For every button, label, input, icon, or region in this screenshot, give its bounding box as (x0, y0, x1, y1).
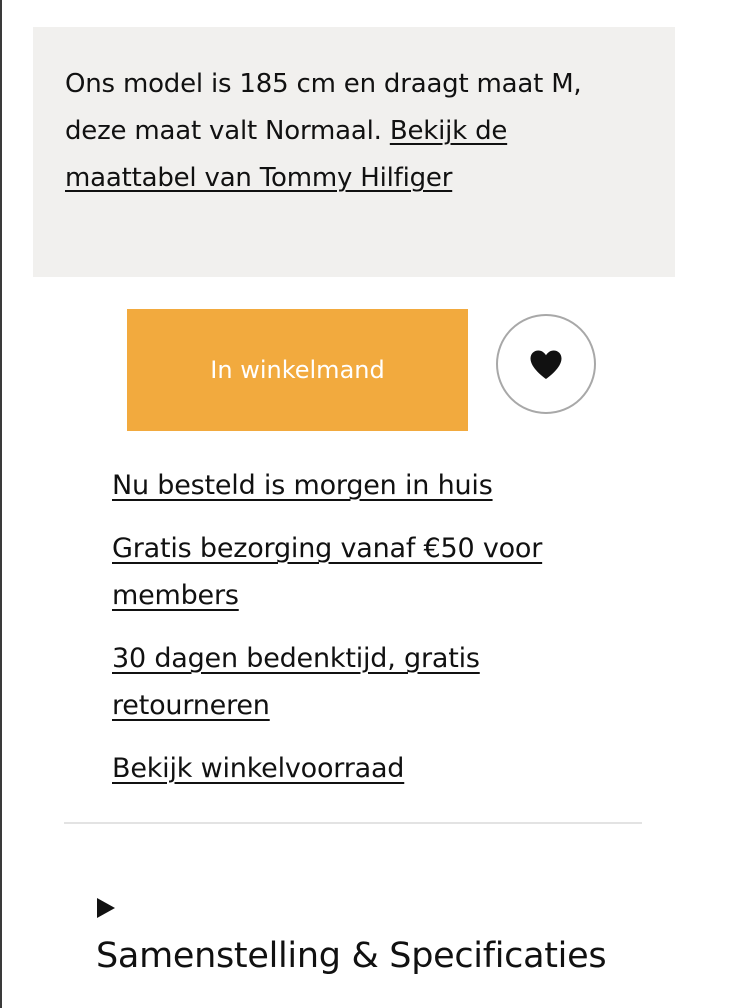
add-to-cart-button[interactable]: In winkelmand (127, 309, 468, 431)
heart-icon (529, 349, 563, 380)
page-border (0, 0, 2, 1008)
add-to-cart-label: In winkelmand (210, 356, 385, 384)
usp-link-store-stock[interactable]: Bekijk winkelvoorraad (112, 753, 404, 784)
usp-link-returns[interactable]: 30 dagen bedenktijd, gratis retourneren (112, 643, 480, 721)
triangle-right-icon (97, 898, 115, 918)
usp-item: 30 dagen bedenktijd, gratis retourneren (112, 635, 642, 729)
size-advice-box: Ons model is 185 cm en draagt maat M, de… (33, 27, 675, 277)
specifications-title: Samenstelling & Specificaties (96, 936, 607, 976)
usp-item: Bekijk winkelvoorraad (112, 745, 642, 792)
specifications-toggle[interactable]: Samenstelling & Specificaties (96, 898, 696, 978)
section-divider (64, 822, 642, 824)
usp-item: Gratis bezorging vanaf €50 voor members (112, 525, 642, 619)
usp-link-delivery[interactable]: Nu besteld is morgen in huis (112, 470, 493, 501)
usp-link-free-shipping[interactable]: Gratis bezorging vanaf €50 voor members (112, 533, 542, 611)
usp-item: Nu besteld is morgen in huis (112, 462, 642, 509)
wishlist-button[interactable] (496, 314, 596, 414)
usp-list: Nu besteld is morgen in huis Gratis bezo… (112, 462, 642, 808)
size-advice-text: Ons model is 185 cm en draagt maat M, de… (65, 61, 643, 202)
